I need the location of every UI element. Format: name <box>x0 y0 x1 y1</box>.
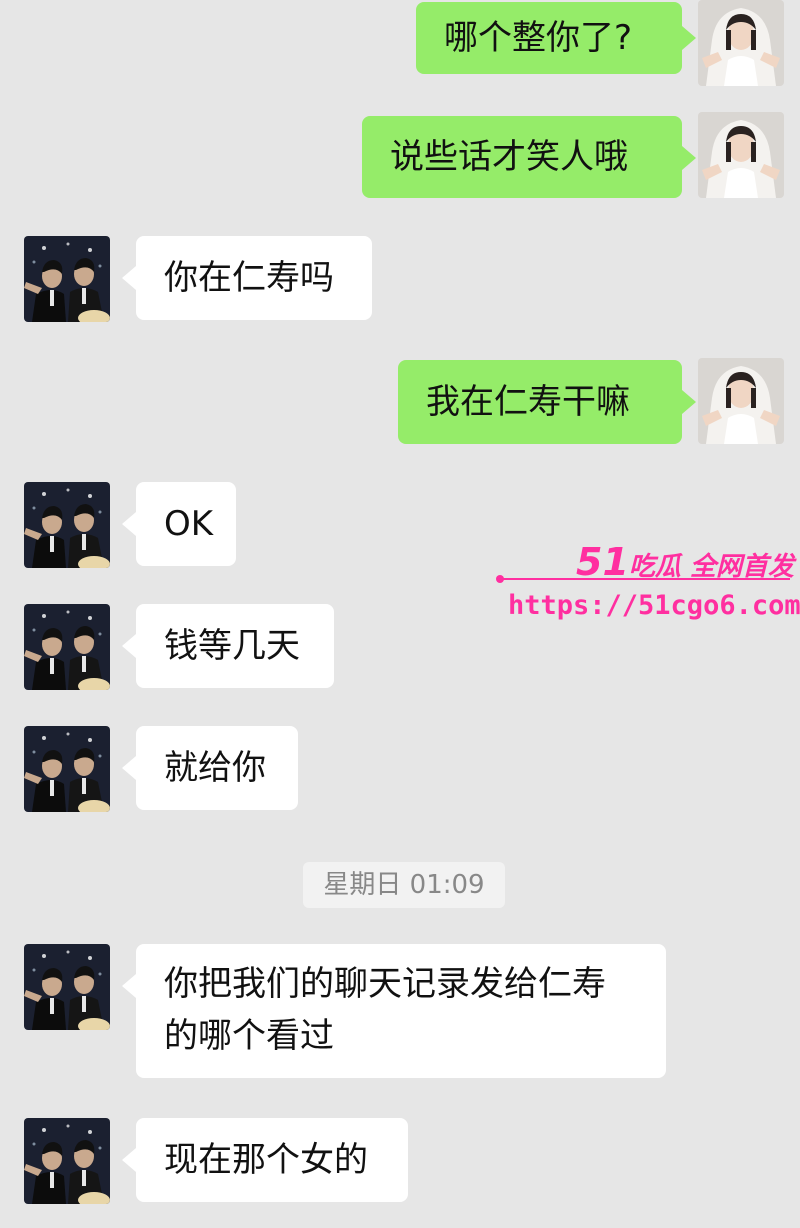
bubble-tail <box>122 634 136 658</box>
night-photo-avatar-icon <box>24 1118 110 1204</box>
watermark-url: https://51cgo6.com <box>508 590 800 621</box>
bubble-tail <box>122 756 136 780</box>
bubble-tail <box>122 1148 136 1172</box>
contact-avatar[interactable] <box>24 726 110 812</box>
night-photo-avatar-icon <box>24 944 110 1030</box>
my-avatar[interactable] <box>698 358 784 444</box>
contact-avatar[interactable] <box>24 482 110 568</box>
chat-window: 哪个整你了? 说些话才笑人哦 你在仁寿吗 我在仁寿干嘛 OK 钱等几天 就给你 … <box>0 0 800 1228</box>
bubble-tail <box>682 146 696 170</box>
night-photo-avatar-icon <box>24 604 110 690</box>
bride-photo-avatar-icon <box>698 112 784 198</box>
message-line: 你把我们的聊天记录发给仁寿 <box>164 964 606 1004</box>
contact-avatar[interactable] <box>24 236 110 322</box>
message-bubble-received[interactable]: 现在那个女的 <box>136 1118 408 1202</box>
bride-photo-avatar-icon <box>698 0 784 86</box>
night-photo-avatar-icon <box>24 236 110 322</box>
watermark-divider <box>500 578 790 580</box>
message-bubble-sent[interactable]: 说些话才笑人哦 <box>362 116 682 198</box>
contact-avatar[interactable] <box>24 604 110 690</box>
message-bubble-received[interactable]: OK <box>136 482 236 566</box>
bubble-tail <box>122 512 136 536</box>
chat-timestamp: 星期日 01:09 <box>303 862 505 908</box>
contact-avatar[interactable] <box>24 1118 110 1204</box>
bubble-tail <box>682 26 696 50</box>
night-photo-avatar-icon <box>24 482 110 568</box>
message-line: 的哪个看过 <box>164 1016 334 1056</box>
my-avatar[interactable] <box>698 112 784 198</box>
site-watermark: 51吃瓜 全网首发 https://51cgo6.com <box>496 540 800 632</box>
night-photo-avatar-icon <box>24 726 110 812</box>
message-bubble-received[interactable]: 就给你 <box>136 726 298 810</box>
bubble-tail <box>122 974 136 998</box>
message-bubble-sent[interactable]: 我在仁寿干嘛 <box>398 360 682 444</box>
message-bubble-sent[interactable]: 哪个整你了? <box>416 2 682 74</box>
message-bubble-received[interactable]: 你在仁寿吗 <box>136 236 372 320</box>
contact-avatar[interactable] <box>24 944 110 1030</box>
bubble-tail <box>122 266 136 290</box>
bubble-tail <box>682 390 696 414</box>
message-bubble-received[interactable]: 钱等几天 <box>136 604 334 688</box>
message-bubble-received[interactable]: 你把我们的聊天记录发给仁寿 的哪个看过 <box>136 944 666 1078</box>
my-avatar[interactable] <box>698 0 784 86</box>
bride-photo-avatar-icon <box>698 358 784 444</box>
